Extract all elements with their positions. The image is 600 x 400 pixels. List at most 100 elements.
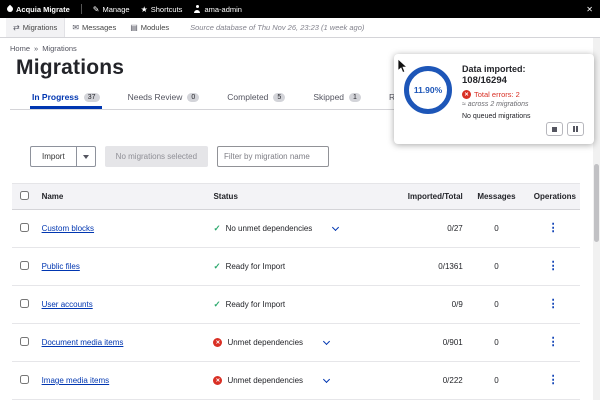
row-imported-total: 0/9 — [378, 285, 467, 324]
scrollbar-thumb[interactable] — [594, 164, 599, 242]
secondary-toolbar: ⇄ Migrations ✉ Messages ▤ Modules Source… — [0, 18, 600, 38]
import-summary-card: 11.90% Data imported: 108/16294 Total er… — [394, 54, 594, 144]
row-checkbox[interactable] — [20, 337, 30, 346]
toolbar-migrations-label: Migrations — [22, 23, 58, 32]
table-row: Custom blocks No unmet dependencies 0/27… — [12, 209, 580, 248]
row-imported-total: 0/27 — [378, 209, 467, 248]
error-icon — [462, 90, 471, 99]
toolbar-item-modules[interactable]: ▤ Modules — [123, 18, 176, 37]
card-action-buttons — [462, 122, 584, 136]
tab-label: Completed — [227, 92, 269, 102]
progress-ring: 11.90% — [404, 66, 452, 114]
user-menu[interactable]: ama-admin — [193, 5, 242, 14]
source-database-note: Source database of Thu Nov 26, 23:23 (1 … — [190, 23, 365, 32]
queued-migrations-note: No queued migrations — [462, 113, 531, 120]
kebab-icon: ⋮ — [547, 336, 559, 348]
user-label: ama-admin — [204, 4, 242, 14]
admin-toolbar: Acquia Migrate ✎ Manage ★ Shortcuts ama-… — [0, 0, 600, 18]
pause-icon — [573, 126, 578, 132]
table-header-row: Name Status Imported/Total Messages Oper… — [12, 183, 580, 210]
row-name-link[interactable]: Public files — [42, 262, 80, 271]
filter-input[interactable] — [217, 146, 330, 167]
row-name-link[interactable]: Document media items — [42, 338, 124, 347]
tab-label: Skipped — [313, 92, 345, 102]
row-messages-count: 0 — [466, 247, 527, 286]
table-row: Document media items Unmet dependencies … — [12, 323, 580, 362]
vertical-scrollbar[interactable] — [593, 38, 600, 400]
toolbar-messages-label: Messages — [82, 23, 117, 32]
stop-button[interactable] — [546, 122, 563, 136]
row-status-text: No unmet dependencies — [225, 224, 313, 233]
breadcrumb: Home » Migrations — [10, 44, 590, 53]
pause-button[interactable] — [567, 122, 584, 136]
toolbar-item-messages[interactable]: ✉ Messages — [65, 18, 123, 37]
row-checkbox[interactable] — [20, 223, 30, 232]
shortcuts-menu[interactable]: ★ Shortcuts — [141, 5, 183, 14]
expand-chevron-icon[interactable] — [332, 223, 340, 231]
row-name-link[interactable]: Image media items — [42, 376, 110, 385]
row-checkbox[interactable] — [20, 375, 30, 384]
operations-menu-button[interactable]: ⋮ — [548, 375, 559, 386]
acquia-droplet-icon — [5, 4, 15, 14]
check-icon — [213, 261, 220, 272]
expand-chevron-icon[interactable] — [323, 375, 331, 383]
star-icon: ★ — [140, 4, 148, 14]
tab-needs-review[interactable]: Needs Review 0 — [126, 84, 202, 109]
shortcuts-label: Shortcuts — [150, 4, 183, 14]
tab-count-badge: 5 — [273, 92, 286, 102]
row-name-link[interactable]: User accounts — [42, 300, 93, 309]
header-messages: Messages — [466, 183, 527, 210]
row-imported-total: 0/222 — [378, 361, 467, 400]
tab-count-badge: 1 — [349, 92, 361, 102]
brand-menu[interactable]: Acquia Migrate — [5, 4, 70, 14]
row-imported-total: 0/1361 — [378, 247, 467, 286]
header-status: Status — [209, 183, 379, 210]
header-imported-total: Imported/Total — [378, 183, 467, 210]
table-row: Public files Ready for Import 0/1361 0 ⋮ — [12, 247, 580, 286]
select-all-checkbox[interactable] — [20, 191, 30, 200]
toolbar-item-migrations[interactable]: ⇄ Migrations — [6, 18, 66, 37]
toolbar-modules-label: Modules — [140, 23, 170, 32]
row-messages-count: 0 — [466, 285, 527, 324]
breadcrumb-current: Migrations — [42, 44, 77, 53]
data-imported-value: 108/16294 — [462, 75, 507, 86]
tab-count-badge: 37 — [83, 92, 100, 102]
migrations-icon: ⇄ — [13, 23, 20, 32]
toolbar-divider — [80, 4, 82, 14]
row-checkbox[interactable] — [20, 261, 30, 270]
tab-skipped[interactable]: Skipped 1 — [311, 84, 363, 109]
import-button[interactable]: Import — [31, 147, 76, 166]
import-dropdown-toggle[interactable] — [75, 147, 95, 166]
table-row: Image media items Unmet dependencies 0/2… — [12, 361, 580, 400]
import-split-button[interactable]: Import — [30, 146, 96, 167]
row-messages-count: 0 — [466, 323, 527, 362]
manage-label: Manage — [102, 4, 130, 14]
operations-menu-button[interactable]: ⋮ — [548, 337, 559, 348]
tab-label: In Progress — [32, 92, 79, 102]
mouse-cursor — [397, 59, 408, 73]
tab-completed[interactable]: Completed 5 — [225, 84, 287, 109]
header-operations: Operations — [526, 183, 580, 210]
row-messages-count: 0 — [466, 361, 527, 400]
error-icon — [213, 338, 223, 347]
close-icon[interactable]: ✕ — [586, 5, 593, 14]
row-status-text: Ready for Import — [225, 300, 286, 309]
actions-row: Import No migrations selected — [30, 146, 590, 167]
row-status: Unmet dependencies — [213, 375, 374, 385]
manage-menu[interactable]: ✎ Manage — [93, 5, 130, 14]
tab-count-badge: 0 — [187, 92, 200, 102]
progress-percent: 11.90% — [413, 85, 443, 95]
expand-chevron-icon[interactable] — [323, 337, 331, 345]
table-row: User accounts Ready for Import 0/9 0 ⋮ — [12, 285, 580, 324]
row-name-link[interactable]: Custom blocks — [42, 224, 94, 233]
check-icon — [213, 299, 220, 310]
summary-card-body: Data imported: 108/16294 Total errors: 2… — [462, 64, 584, 136]
tab-in-progress[interactable]: In Progress 37 — [30, 84, 102, 109]
breadcrumb-home-link[interactable]: Home — [10, 44, 30, 53]
operations-menu-button[interactable]: ⋮ — [548, 261, 559, 272]
row-messages-count: 0 — [466, 209, 527, 248]
row-status-text: Ready for Import — [225, 262, 286, 271]
operations-menu-button[interactable]: ⋮ — [548, 299, 559, 310]
row-checkbox[interactable] — [20, 299, 30, 308]
operations-menu-button[interactable]: ⋮ — [548, 223, 559, 234]
